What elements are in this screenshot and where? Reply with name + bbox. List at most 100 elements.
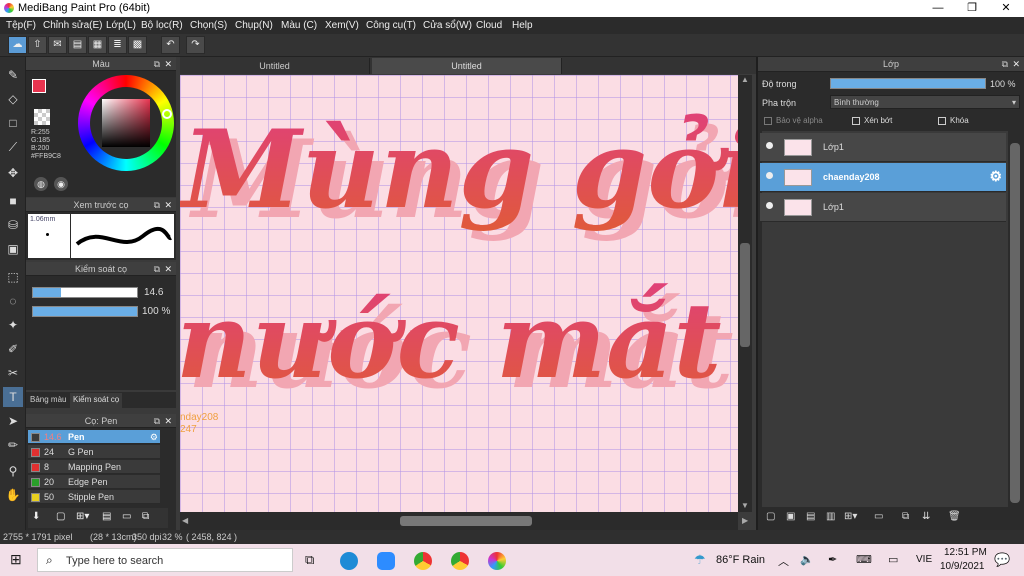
vertical-scroll-thumb[interactable] <box>740 243 750 347</box>
tray-expand-icon[interactable]: ︿ <box>778 553 789 569</box>
menu-file[interactable]: Tệp(F) <box>6 20 36 31</box>
language-indicator[interactable]: VIE <box>916 554 932 565</box>
chrome-profile-icon[interactable] <box>451 552 469 570</box>
saturation-value-square[interactable] <box>102 99 150 147</box>
menu-select[interactable]: Chọn(S) <box>190 20 227 31</box>
select-pen-icon[interactable]: ✐ <box>3 339 23 359</box>
duplicate-icon[interactable]: ⧉ <box>142 511 149 522</box>
tab-untitled-1[interactable]: Untitled <box>180 58 370 74</box>
brush-tool-icon[interactable]: ✎ <box>3 65 23 85</box>
lock-checkbox[interactable] <box>938 117 946 125</box>
close-button[interactable]: ✕ <box>989 0 1023 17</box>
comment-alt-icon[interactable]: ▤ <box>68 36 87 54</box>
panel-close-icon[interactable]: ✕ <box>1012 57 1020 71</box>
layer-row[interactable]: chaenday208 ⚙ <box>760 163 1006 192</box>
float-icon[interactable]: ⧉ <box>154 414 160 428</box>
new-layer-icon[interactable]: ▢ <box>766 511 775 522</box>
volume-icon[interactable]: 🔈 <box>800 553 814 566</box>
folder-icon[interactable]: ▭ <box>122 511 131 522</box>
float-icon[interactable]: ⧉ <box>154 57 160 71</box>
lasso-tool-icon[interactable]: ◌ <box>3 291 23 311</box>
layer-folder-icon[interactable]: ▭ <box>874 511 883 522</box>
grid-icon[interactable]: ▩ <box>128 36 147 54</box>
brush-settings-icon[interactable]: ▤ <box>102 511 111 522</box>
operation-tool-icon[interactable]: ➤ <box>3 411 23 431</box>
select-rect-tool-icon[interactable]: ⬚ <box>3 267 23 287</box>
upload-icon[interactable]: ⇧ <box>28 36 47 54</box>
panel-close-icon[interactable]: ✕ <box>164 198 172 212</box>
panel-close-icon[interactable]: ✕ <box>164 414 172 428</box>
primary-color-swatch[interactable] <box>32 79 46 93</box>
float-icon[interactable]: ⧉ <box>1002 57 1008 71</box>
tab-brush-control[interactable]: Kiểm soát cọ <box>70 393 123 408</box>
scroll-up-icon[interactable]: ▲ <box>741 75 749 84</box>
menu-cloud[interactable]: Cloud <box>476 20 502 31</box>
zoom-app-icon[interactable] <box>377 552 395 570</box>
scroll-left-icon[interactable]: ◀ <box>182 516 188 525</box>
medibang-taskbar-icon[interactable] <box>488 552 506 570</box>
visibility-eye-icon[interactable] <box>766 202 773 209</box>
panel-close-icon[interactable]: ✕ <box>164 262 172 276</box>
notification-icon[interactable]: 💬 <box>994 552 1010 568</box>
menu-view[interactable]: Xem(V) <box>325 20 359 31</box>
cloud-icon[interactable]: ☁ <box>8 36 27 54</box>
bucket-tool-icon[interactable]: ⛁ <box>3 215 23 235</box>
transparent-swatch[interactable] <box>34 109 50 125</box>
visibility-eye-icon[interactable] <box>766 142 773 149</box>
edge-browser-icon[interactable] <box>340 552 358 570</box>
keyboard-icon[interactable]: ⌨ <box>856 553 872 566</box>
eyedropper-icon[interactable]: ⚲ <box>3 461 23 481</box>
brush-list-item[interactable]: 8 Mapping Pen <box>28 460 160 474</box>
brush-size-slider[interactable] <box>32 287 138 298</box>
move-tool-icon[interactable]: ✥ <box>3 163 23 183</box>
eraser-tool-icon[interactable]: ◇ <box>3 89 23 109</box>
clock-date[interactable]: 10/9/2021 <box>940 561 985 572</box>
line-tool-icon[interactable]: ⟋ <box>3 137 23 157</box>
display-icon[interactable]: ▭ <box>888 553 898 566</box>
brush-opacity-slider[interactable] <box>32 306 138 317</box>
rectangle-tool-icon[interactable]: □ <box>3 113 23 133</box>
pen-icon[interactable]: ✒ <box>828 553 837 566</box>
menu-layer[interactable]: Lớp(L) <box>106 20 136 31</box>
horizontal-scroll-thumb[interactable] <box>400 516 532 526</box>
maximize-button[interactable]: ❐ <box>955 0 989 17</box>
menu-filter[interactable]: Bộ lọc(R) <box>141 20 183 31</box>
menu-tools[interactable]: Công cụ(T) <box>366 20 416 31</box>
brush-list-item[interactable]: 24 G Pen <box>28 445 160 459</box>
tab-untitled-2[interactable]: Untitled <box>372 58 562 74</box>
menu-edit[interactable]: Chỉnh sửa(E) <box>43 20 103 31</box>
layer-opacity-slider[interactable] <box>830 78 986 89</box>
float-icon[interactable]: ⧉ <box>154 198 160 212</box>
layer-row[interactable]: Lớp1 <box>760 133 1006 162</box>
new-brush-icon[interactable]: ▢ <box>56 511 65 522</box>
vertical-scrollbar[interactable]: ▲ ▼ <box>738 75 752 512</box>
merge-down-icon[interactable]: ⇊ <box>922 511 930 522</box>
page-icon[interactable]: ▦ <box>88 36 107 54</box>
undo-icon[interactable]: ↶ <box>161 36 180 54</box>
layer-settings-gear-icon[interactable]: ⚙ <box>989 168 1002 185</box>
new-8bit-layer-icon[interactable]: ▤ <box>806 511 815 522</box>
menu-window[interactable]: Cửa sổ(W) <box>423 20 472 31</box>
duplicate-layer-icon[interactable]: ⧉ <box>902 511 909 522</box>
horizontal-scrollbar[interactable]: ◀ ▶ <box>180 512 748 530</box>
palette-add-icon[interactable]: ◉ <box>54 177 68 191</box>
hue-handle[interactable] <box>162 109 172 119</box>
hand-tool-icon[interactable]: ✋ <box>3 485 23 505</box>
layer-row[interactable]: Lớp1 <box>760 193 1006 222</box>
fill-rect-tool-icon[interactable]: ■ <box>3 191 23 211</box>
weather-text[interactable]: 86°F Rain <box>716 554 765 566</box>
new-1bit-layer-icon[interactable]: ▥ <box>826 511 835 522</box>
menu-color[interactable]: Màu (C) <box>281 20 317 31</box>
scroll-right-icon[interactable]: ▶ <box>742 516 748 525</box>
brush-list-item[interactable]: 20 Edge Pen <box>28 475 160 489</box>
select-eraser-icon[interactable]: ✂ <box>3 363 23 383</box>
list-icon[interactable]: ≣ <box>108 36 127 54</box>
brush-settings-gear-icon[interactable]: ⚙ <box>150 430 158 444</box>
brush-list-item[interactable]: 14.6 Pen ⚙ <box>28 430 160 444</box>
divide-tool-icon[interactable]: ✏ <box>3 435 23 455</box>
drawing-canvas[interactable]: Mùng gởi Mùng gởi nước mắt nước mắt nday… <box>180 75 738 512</box>
protect-alpha-checkbox[interactable] <box>764 117 772 125</box>
chrome-icon[interactable] <box>414 552 432 570</box>
new-halftone-layer-icon[interactable]: ▣ <box>786 511 795 522</box>
add-brush-menu-icon[interactable]: ⊞▾ <box>76 511 89 522</box>
